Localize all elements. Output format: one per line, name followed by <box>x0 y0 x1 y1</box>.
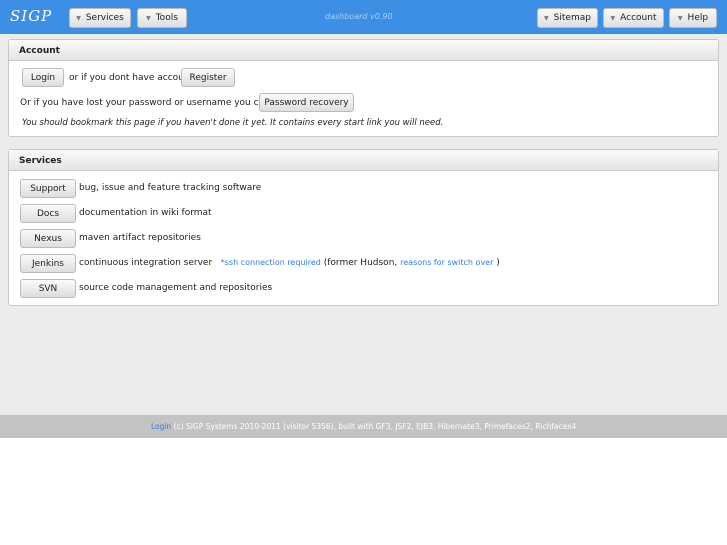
services-panel: Services Support bug, issue and feature … <box>8 149 719 306</box>
sitemap-label: Sitemap <box>553 13 591 23</box>
register-button[interactable]: Register <box>181 68 235 87</box>
sitemap-menu-button[interactable]: ▼ Sitemap <box>537 8 598 28</box>
jenkins-desc-line: continuous integration server *ssh conne… <box>79 258 500 268</box>
caret-down-icon: ▼ <box>610 14 616 22</box>
help-menu-button[interactable]: ▼ Help <box>669 8 717 28</box>
support-desc: bug, issue and feature tracking software <box>79 183 262 193</box>
svn-button[interactable]: SVN <box>20 279 76 298</box>
account-panel: Account Login or if you dont have accoun… <box>8 39 719 137</box>
services-menu-label: Services <box>85 13 124 23</box>
docs-desc: documentation in wiki format <box>79 208 212 218</box>
footer-login-link[interactable]: Login <box>151 422 171 431</box>
version-label: dashboard v0.90 <box>325 12 393 21</box>
account-label: Account <box>620 13 657 23</box>
former-hudson-text: (former Hudson, <box>323 258 398 268</box>
jenkins-desc: continuous integration server <box>79 258 213 268</box>
svn-desc: source code management and repositories <box>79 283 273 293</box>
account-menu-button[interactable]: ▼ Account <box>603 8 664 28</box>
footer: Login (c) SIGP Systems 2010-2011 (visito… <box>0 415 727 438</box>
paren-text: ) <box>496 258 500 268</box>
caret-down-icon: ▼ <box>146 14 151 22</box>
caret-down-icon: ▼ <box>544 14 549 22</box>
services-menu-button[interactable]: ▼ Services <box>69 8 131 28</box>
account-panel-title: Account <box>9 40 718 61</box>
services-panel-title: Services <box>9 150 718 171</box>
tools-menu-label: Tools <box>155 13 178 23</box>
footer-text: (c) SIGP Systems 2010-2011 (visitor 5356… <box>173 422 577 431</box>
jenkins-button[interactable]: Jenkins <box>20 254 76 273</box>
tools-menu-button[interactable]: ▼ Tools <box>137 8 187 28</box>
reasons-link[interactable]: reasons for switch over <box>400 258 493 267</box>
nexus-desc: maven artifact repositories <box>79 233 201 243</box>
docs-button[interactable]: Docs <box>20 204 76 223</box>
bookmark-note: You should bookmark this page if you hav… <box>22 118 444 128</box>
password-recovery-button[interactable]: Password recovery <box>259 93 354 112</box>
login-button[interactable]: Login <box>22 68 64 87</box>
nexus-button[interactable]: Nexus <box>20 229 76 248</box>
ssh-required-link[interactable]: *ssh connection required <box>221 258 321 267</box>
main-area: Account Login or if you dont have accoun… <box>0 34 727 415</box>
logo[interactable]: SIGP <box>10 5 58 29</box>
help-label: Help <box>687 13 709 23</box>
caret-down-icon: ▼ <box>76 14 81 22</box>
top-bar: SIGP ▼ Services ▼ Tools dashboard v0.90 ▼ S… <box>0 0 727 34</box>
or-text: or if you dont have account <box>69 73 194 83</box>
lost-text: Or if you have lost your password or use… <box>20 98 289 108</box>
caret-down-icon: ▼ <box>677 14 683 22</box>
support-button[interactable]: Support <box>20 179 76 198</box>
